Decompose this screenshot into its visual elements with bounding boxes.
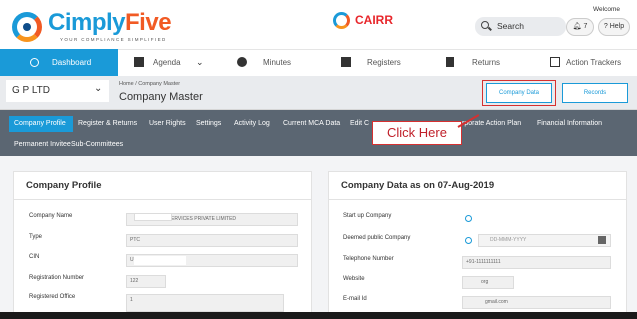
help-button[interactable]: ? Help — [598, 18, 630, 36]
brand-part1: Cimply — [48, 9, 126, 36]
tab-settings[interactable]: Settings — [196, 117, 221, 131]
nav-registers-label[interactable]: Registers — [367, 49, 401, 76]
brand-part2: Five — [125, 9, 172, 36]
company-profile-title: Company Profile — [14, 172, 311, 200]
company-data-title: Company Data as on 07-Aug-2019 — [329, 172, 626, 200]
notification-count: 7 — [583, 23, 588, 30]
deemed-date-placeholder: DD-MMM-YYYY — [490, 237, 527, 243]
tab-financial-information[interactable]: Financial Information — [537, 117, 602, 131]
search-icon — [481, 21, 489, 29]
welcome-text: Welcome — [593, 6, 620, 13]
registers-icon — [341, 57, 351, 67]
nav-action-trackers-label[interactable]: Action Trackers — [566, 49, 621, 76]
tab-sub-committees[interactable]: Sub-Committees — [71, 138, 123, 152]
company-name-redaction — [134, 213, 172, 221]
registered-office-label: Registered Office — [29, 294, 76, 300]
brand-name: CimplyFive — [48, 9, 172, 37]
website-field[interactable]: org — [462, 276, 514, 289]
cairr-label[interactable]: CAIRR — [355, 12, 393, 28]
tab-activity-log[interactable]: Activity Log — [234, 117, 270, 131]
calendar-icon[interactable] — [598, 236, 606, 244]
registration-number-label: Registration Number — [29, 275, 85, 281]
os-taskbar — [0, 312, 637, 319]
company-select-chevron-icon[interactable]: ⌄ — [94, 83, 102, 94]
telephone-number-field[interactable]: +91-1111111111 — [462, 256, 611, 269]
nav-minutes-label[interactable]: Minutes — [263, 49, 291, 76]
app-root: CimplyFive YOUR COMPLIANCE SIMPLIFIED CA… — [0, 0, 637, 319]
startup-company-radio[interactable] — [465, 215, 472, 222]
cairr-logo-icon[interactable] — [333, 12, 350, 29]
notifications-button[interactable]: 🔔︎ 7 — [566, 18, 594, 36]
company-name-label: Company Name — [29, 213, 73, 219]
email-id-field[interactable]: gmail.com — [462, 296, 611, 309]
tab-register-returns[interactable]: Register & Returns — [78, 117, 137, 131]
startup-company-label: Start up Company — [343, 213, 392, 219]
nav-agenda-label[interactable]: Agenda — [153, 49, 181, 76]
tab-edit-c[interactable]: Edit C — [350, 117, 369, 131]
deemed-public-company-radio[interactable] — [465, 237, 472, 244]
bell-icon: 🔔︎ — [572, 23, 582, 30]
registration-number-field[interactable]: 122 — [126, 275, 166, 288]
breadcrumb[interactable]: Home / Company Master — [119, 81, 180, 87]
minutes-icon — [237, 57, 247, 67]
registered-office-field[interactable]: 1 — [126, 294, 284, 312]
tab-permanent-invitee[interactable]: Permanent Invitee — [14, 138, 71, 152]
logo-center-dot — [23, 23, 31, 31]
tab-company-profile[interactable]: Company Profile — [14, 117, 66, 131]
cin-label: CIN — [29, 254, 40, 260]
telephone-number-label: Telephone Number — [343, 256, 394, 262]
company-data-button[interactable]: Company Data — [486, 83, 552, 103]
cin-redaction — [134, 256, 186, 265]
page-title: Company Master — [119, 91, 203, 103]
dashboard-icon — [30, 58, 39, 67]
nav-dashboard-label[interactable]: Dashboard — [52, 49, 91, 76]
tab-user-rights[interactable]: User Rights — [149, 117, 186, 131]
type-field[interactable]: PTC — [126, 234, 298, 247]
deemed-date-field[interactable]: DD-MMM-YYYY — [478, 234, 611, 247]
tab-current-mca-data[interactable]: Current MCA Data — [283, 117, 340, 131]
nav-returns-label[interactable]: Returns — [472, 49, 500, 76]
website-label: Website — [343, 276, 365, 282]
chevron-down-icon[interactable]: ⌄ — [196, 49, 204, 76]
records-button[interactable]: Records — [562, 83, 628, 103]
deemed-public-company-label: Deemed public Company — [343, 235, 411, 241]
action-trackers-icon — [550, 57, 560, 67]
email-id-label: E-mail Id — [343, 296, 367, 302]
returns-icon — [446, 57, 454, 67]
brand-tagline: YOUR COMPLIANCE SIMPLIFIED — [60, 37, 167, 42]
agenda-icon — [134, 57, 144, 67]
type-label: Type — [29, 234, 43, 240]
click-here-callout: Click Here — [372, 121, 462, 145]
